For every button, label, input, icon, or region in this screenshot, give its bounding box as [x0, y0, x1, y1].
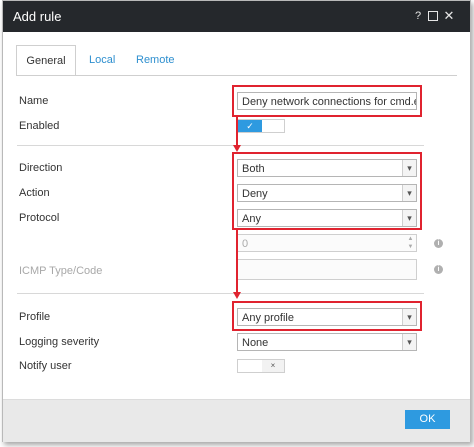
x-icon: × [262, 360, 284, 372]
add-rule-dialog: Add rule ? ✕ General Local Remote Name D… [2, 0, 471, 442]
icmp-input [237, 259, 417, 280]
info-icon[interactable]: i [434, 239, 443, 248]
arrow-head [233, 292, 241, 299]
tab-general[interactable]: General [16, 45, 76, 76]
logging-value: None [242, 337, 269, 349]
rule-settings-highlight [232, 152, 422, 230]
name-label: Name [19, 95, 49, 107]
arrow-head [233, 145, 241, 152]
annotation-arrow [236, 230, 238, 293]
profile-highlight [232, 301, 422, 331]
maximize-icon[interactable] [426, 9, 438, 23]
check-icon: ✓ [238, 120, 262, 132]
protocol-label: Protocol [19, 212, 60, 224]
notify-toggle[interactable]: × [237, 359, 285, 373]
help-icon[interactable]: ? [412, 9, 424, 23]
info-icon[interactable]: i [434, 265, 443, 274]
protocol-number-value: 0 [242, 238, 249, 250]
dialog-footer: OK [3, 399, 470, 442]
notify-label: Notify user [19, 360, 72, 372]
section-divider [17, 293, 424, 294]
logging-select[interactable]: None ▾ [237, 333, 417, 351]
close-icon[interactable]: ✕ [443, 9, 455, 23]
direction-label: Direction [19, 162, 63, 174]
name-highlight [232, 85, 422, 117]
spinner-icon: ▲ ▼ [407, 236, 414, 250]
dialog-title: Add rule [13, 9, 62, 24]
action-label: Action [19, 187, 50, 199]
tab-local[interactable]: Local [89, 45, 115, 75]
enabled-toggle[interactable]: ✓ [237, 119, 285, 133]
profile-label: Profile [19, 311, 51, 323]
logging-label: Logging severity [19, 336, 100, 348]
protocol-number-input: 0 ▲ ▼ [237, 234, 417, 252]
section-divider [17, 145, 424, 146]
annotation-arrow [236, 117, 238, 147]
tab-remote[interactable]: Remote [136, 45, 175, 75]
chevron-down-icon: ▾ [402, 334, 416, 350]
ok-button[interactable]: OK [405, 410, 450, 429]
enabled-label: Enabled [19, 120, 60, 132]
title-bar: Add rule ? ✕ [3, 1, 470, 32]
icmp-label: ICMP Type/Code [19, 265, 103, 277]
tab-divider [16, 75, 457, 76]
